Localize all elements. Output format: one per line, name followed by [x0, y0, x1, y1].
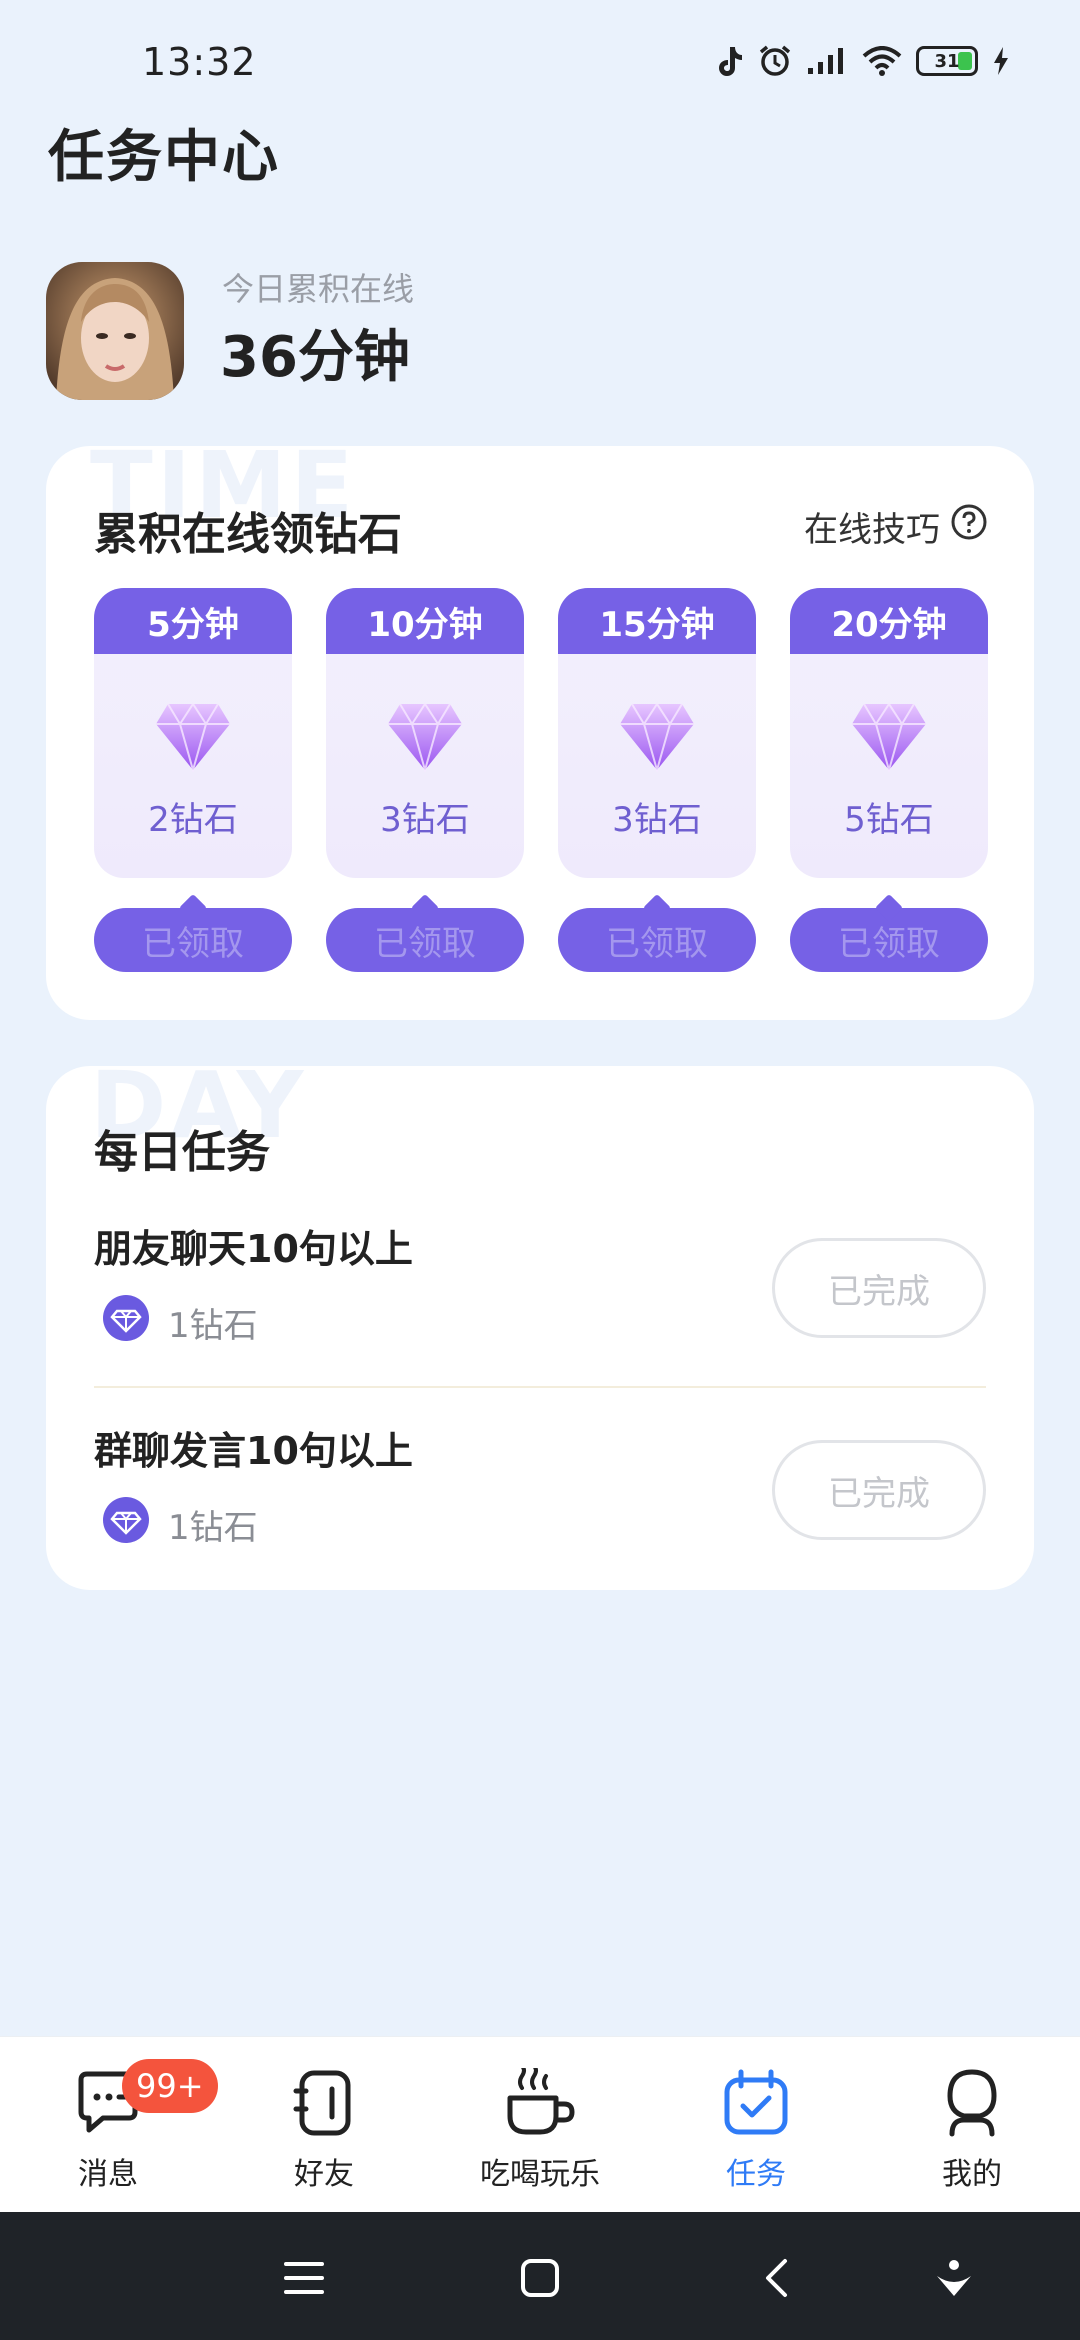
diamond-icon [386, 702, 464, 776]
tab-friends[interactable]: 好友 [234, 2067, 414, 2193]
signal-icon [806, 46, 848, 76]
tab-profile[interactable]: 我的 [882, 2067, 1062, 2193]
task-item: 群聊发言10句以上 1钻石 已完成 [94, 1420, 986, 1590]
menu-icon[interactable] [274, 2248, 334, 2308]
profile-icon [882, 2067, 1062, 2139]
online-time-value: 36分钟 [220, 325, 410, 390]
tab-messages[interactable]: 99+ 消息 [18, 2059, 218, 2193]
daily-card-title: 每日任务 [94, 1127, 270, 1178]
battery-level: 31 [934, 50, 960, 72]
home-icon[interactable] [510, 2248, 570, 2308]
alarm-icon [758, 44, 792, 78]
task-reward-amount: 1钻石 [168, 1508, 258, 1548]
divider [94, 1386, 986, 1388]
task-status-button[interactable]: 已完成 [772, 1440, 986, 1540]
tiktok-icon [714, 45, 744, 77]
system-nav-bar [0, 2212, 1080, 2340]
tab-label: 吃喝玩乐 [480, 2157, 600, 2192]
diamond-icon [154, 702, 232, 776]
avatar[interactable] [46, 262, 184, 400]
task-calendar-icon [666, 2067, 846, 2139]
reward-duration: 5分钟 [94, 588, 292, 654]
status-icons: 31 [714, 44, 1010, 78]
diamond-icon [850, 702, 928, 776]
reward-amount: 2钻石 [148, 800, 238, 840]
contacts-icon [234, 2067, 414, 2139]
task-reward: 1钻石 [102, 1496, 258, 1553]
reward-duration: 20分钟 [790, 588, 988, 654]
task-item: 朋友聊天10句以上 1钻石 已完成 [94, 1218, 986, 1418]
bottom-tab-bar: 99+ 消息 好友 吃喝玩乐 任务 我的 [0, 2036, 1080, 2212]
reward-tier: 20分钟 5钻石 [790, 588, 988, 878]
reward-duration: 10分钟 [326, 588, 524, 654]
claim-button[interactable]: 已领取 [94, 908, 292, 972]
help-icon [950, 503, 988, 550]
reward-tier: 10分钟 3钻石 [326, 588, 524, 878]
online-reward-card: TIME 累积在线领钻石 在线技巧 5分钟 2钻石 已领取 10分钟 3钻石 已… [46, 446, 1034, 1020]
assistant-icon[interactable] [924, 2248, 984, 2308]
tab-tasks[interactable]: 任务 [666, 2067, 846, 2193]
online-tips-label: 在线技巧 [804, 510, 940, 550]
task-name: 群聊发言10句以上 [94, 1429, 413, 1473]
tab-label: 消息 [78, 2157, 138, 2192]
daily-tasks-card: DAY 每日任务 朋友聊天10句以上 1钻石 已完成 群聊发言10句以上 1钻石… [46, 1066, 1034, 1590]
reward-tier: 15分钟 3钻石 [558, 588, 756, 878]
tab-food-fun[interactable]: 吃喝玩乐 [450, 2067, 630, 2193]
diamond-badge-icon [102, 1294, 150, 1351]
coffee-cup-icon [450, 2067, 630, 2139]
claim-button[interactable]: 已领取 [326, 908, 524, 972]
online-card-title: 累积在线领钻石 [94, 509, 402, 560]
unread-badge: 99+ [122, 2059, 218, 2113]
tab-label: 任务 [726, 2157, 786, 2192]
reward-amount: 3钻石 [380, 800, 470, 840]
online-tips-link[interactable]: 在线技巧 [804, 502, 988, 551]
task-status-button[interactable]: 已完成 [772, 1238, 986, 1338]
claim-button[interactable]: 已领取 [790, 908, 988, 972]
status-time: 13:32 [142, 40, 257, 84]
online-time-label: 今日累积在线 [222, 270, 415, 308]
reward-tier: 5分钟 2钻石 [94, 588, 292, 878]
reward-amount: 5钻石 [844, 800, 934, 840]
reward-amount: 3钻石 [612, 800, 702, 840]
task-reward-amount: 1钻石 [168, 1306, 258, 1346]
charging-icon [992, 46, 1010, 76]
page-title: 任务中心 [48, 125, 280, 190]
wifi-icon [862, 46, 902, 76]
tab-label: 我的 [942, 2157, 1002, 2192]
reward-duration: 15分钟 [558, 588, 756, 654]
back-icon[interactable] [746, 2248, 806, 2308]
diamond-badge-icon [102, 1496, 150, 1553]
tab-label: 好友 [294, 2157, 354, 2192]
claim-button[interactable]: 已领取 [558, 908, 756, 972]
diamond-icon [618, 702, 696, 776]
task-reward: 1钻石 [102, 1294, 258, 1351]
battery-icon: 31 [916, 46, 978, 76]
task-name: 朋友聊天10句以上 [94, 1227, 413, 1271]
status-bar: 13:32 31 [0, 0, 1080, 120]
